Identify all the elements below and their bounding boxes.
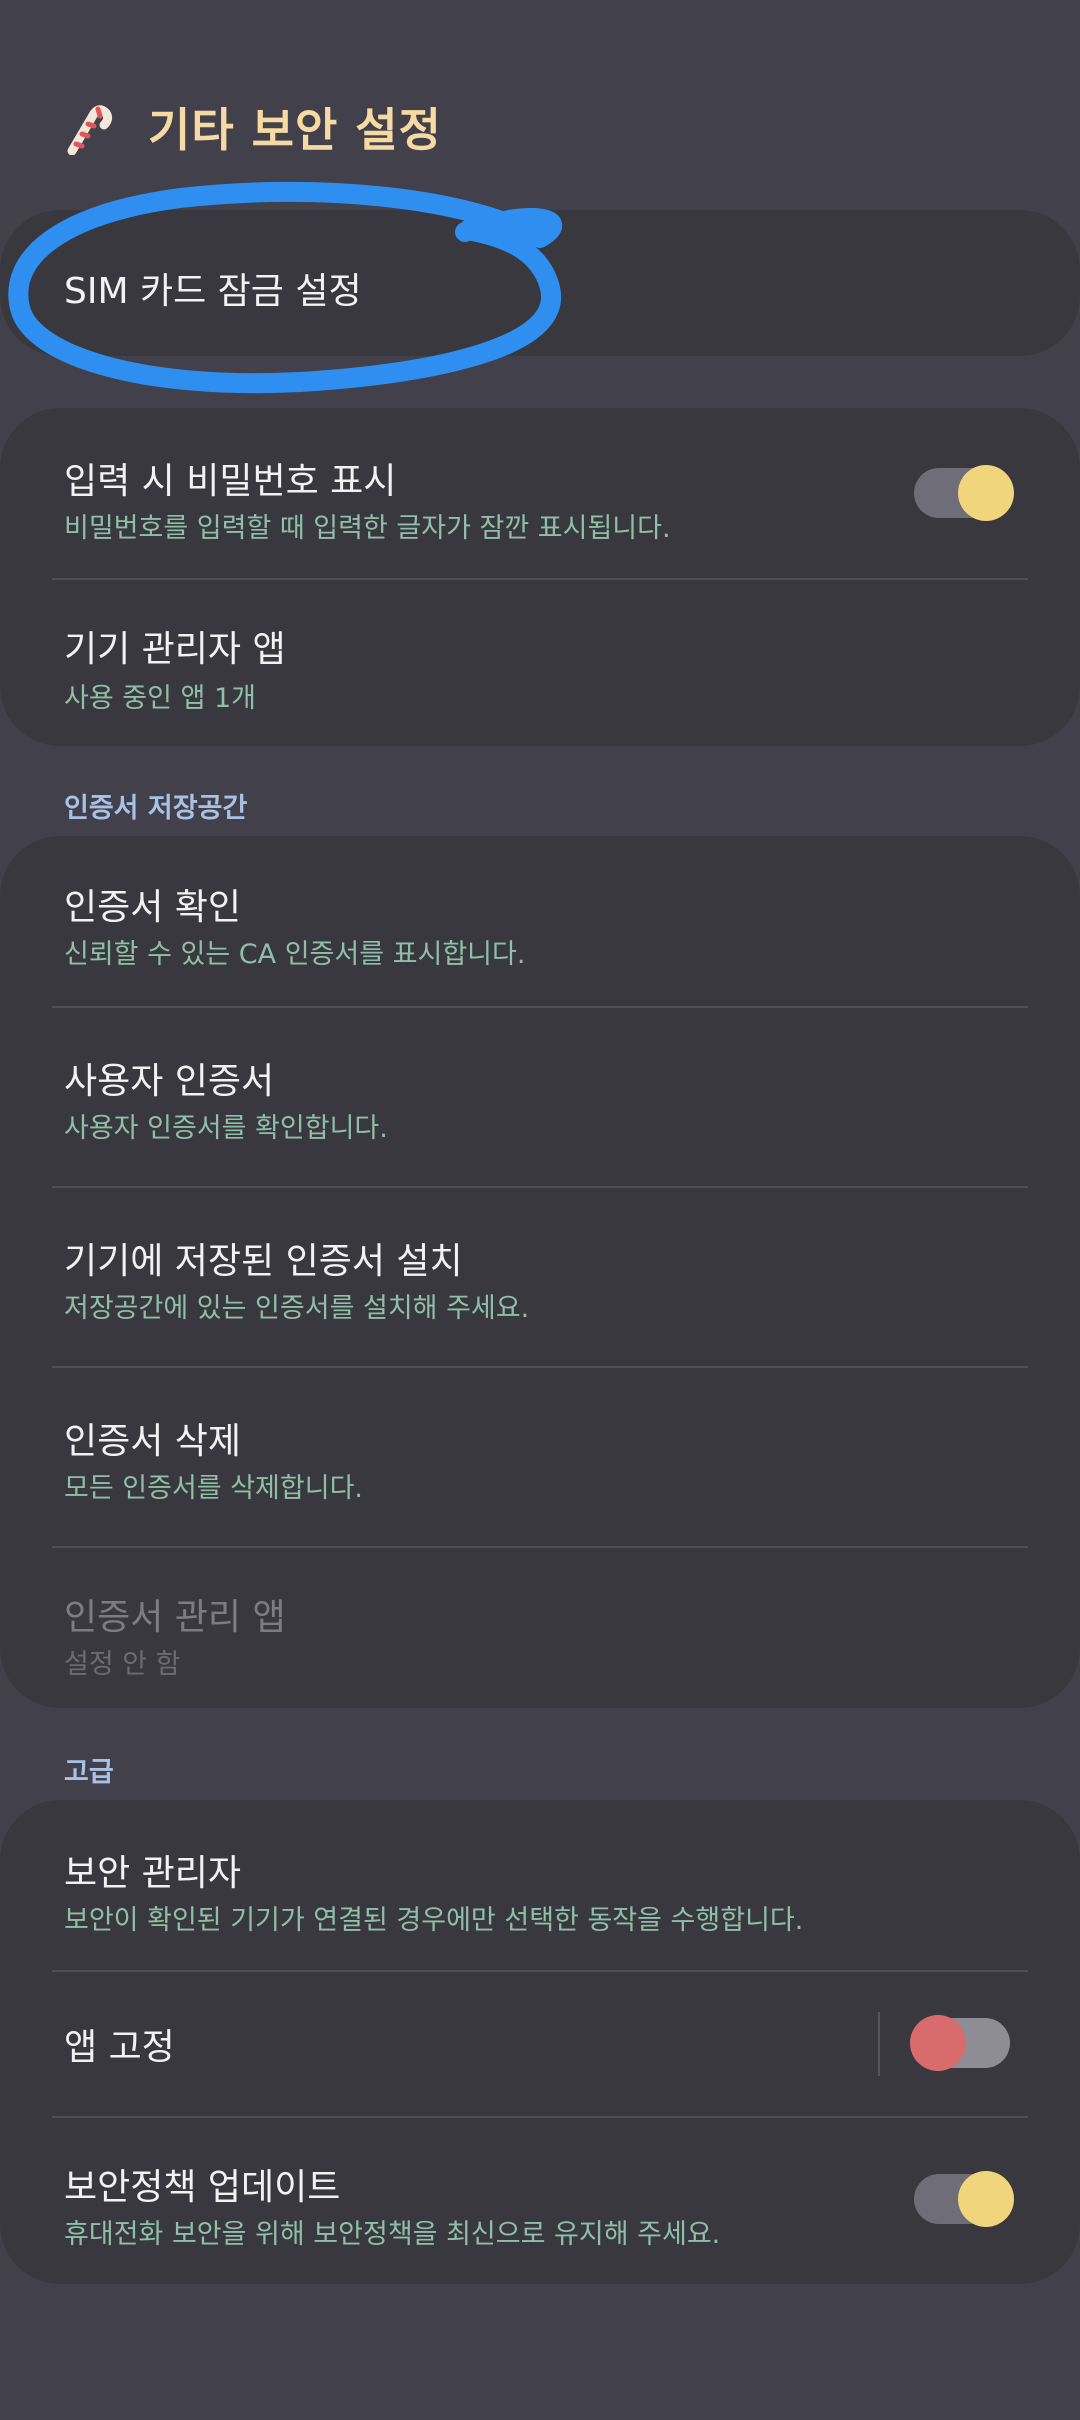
candy-cane-icon	[67, 105, 113, 155]
delete-certificates-title: 인증서 삭제	[64, 1421, 242, 1462]
password-admin-card: 입력 시 비밀번호 표시 비밀번호를 입력할 때 입력한 글자가 잠깐 표시됩니…	[0, 408, 1080, 746]
page-header: 기타 보안 설정	[58, 92, 442, 162]
device-admin-title: 기기 관리자 앱	[64, 629, 286, 670]
security-manager-row[interactable]: 보안 관리자 보안이 확인된 기기가 연결된 경우에만 선택한 동작을 수행합니…	[0, 1800, 1080, 1970]
section-label-advanced: 고급	[64, 1757, 114, 1788]
view-certificates-row[interactable]: 인증서 확인 신뢰할 수 있는 CA 인증서를 표시합니다.	[0, 836, 1080, 1006]
show-password-subtitle: 비밀번호를 입력할 때 입력한 글자가 잠깐 표시됩니다.	[64, 513, 671, 544]
advanced-card: 보안 관리자 보안이 확인된 기기가 연결된 경우에만 선택한 동작을 수행합니…	[0, 1800, 1080, 2284]
page-title: 기타 보안 설정	[148, 103, 442, 157]
delete-certificates-subtitle: 모든 인증서를 삭제합니다.	[64, 1473, 363, 1504]
security-policy-update-subtitle: 휴대전화 보안을 위해 보안정책을 최신으로 유지해 주세요.	[64, 2219, 721, 2250]
app-pinning-row[interactable]: 앱 고정	[0, 1972, 1080, 2116]
security-manager-title: 보안 관리자	[64, 1853, 242, 1894]
security-policy-update-toggle[interactable]	[914, 2171, 1014, 2227]
user-certificates-row[interactable]: 사용자 인증서 사용자 인증서를 확인합니다.	[0, 1008, 1080, 1186]
show-password-toggle[interactable]	[914, 465, 1014, 521]
settings-page: 기타 보안 설정 SIM 카드 잠금 설정 입력 시 비밀번호 표시 비밀번호를…	[0, 0, 1080, 2420]
user-certificates-title: 사용자 인증서	[64, 1061, 275, 1102]
user-certificates-subtitle: 사용자 인증서를 확인합니다.	[64, 1113, 388, 1144]
delete-certificates-row[interactable]: 인증서 삭제 모든 인증서를 삭제합니다.	[0, 1368, 1080, 1546]
show-password-title: 입력 시 비밀번호 표시	[64, 461, 397, 502]
install-certificates-row[interactable]: 기기에 저장된 인증서 설치 저장공간에 있는 인증서를 설치해 주세요.	[0, 1188, 1080, 1366]
certificate-manager-app-row: 인증서 관리 앱 설정 안 함	[0, 1548, 1080, 1708]
toggle-knob	[910, 2015, 966, 2071]
toggle-knob	[958, 2171, 1014, 2227]
toggle-knob	[958, 465, 1014, 521]
view-certificates-subtitle: 신뢰할 수 있는 CA 인증서를 표시합니다.	[64, 939, 526, 970]
certificates-card: 인증서 확인 신뢰할 수 있는 CA 인증서를 표시합니다. 사용자 인증서 사…	[0, 836, 1080, 1708]
security-manager-subtitle: 보안이 확인된 기기가 연결된 경우에만 선택한 동작을 수행합니다.	[64, 1905, 804, 1936]
show-password-row[interactable]: 입력 시 비밀번호 표시 비밀번호를 입력할 때 입력한 글자가 잠깐 표시됩니…	[0, 408, 1080, 578]
security-policy-update-row[interactable]: 보안정책 업데이트 휴대전화 보안을 위해 보안정책을 최신으로 유지해 주세요…	[0, 2118, 1080, 2284]
device-admin-row[interactable]: 기기 관리자 앱 사용 중인 앱 1개	[0, 580, 1080, 746]
sim-lock-card[interactable]: SIM 카드 잠금 설정	[0, 210, 1080, 356]
row-separator	[878, 2012, 880, 2076]
app-pinning-title: 앱 고정	[64, 2027, 175, 2068]
certificate-manager-app-title: 인증서 관리 앱	[64, 1597, 286, 1638]
section-label-certificates: 인증서 저장공간	[64, 793, 248, 824]
device-admin-subtitle: 사용 중인 앱 1개	[64, 683, 256, 714]
install-certificates-subtitle: 저장공간에 있는 인증서를 설치해 주세요.	[64, 1293, 530, 1324]
install-certificates-title: 기기에 저장된 인증서 설치	[64, 1241, 463, 1282]
sim-lock-title: SIM 카드 잠금 설정	[64, 271, 362, 312]
sim-lock-row[interactable]: SIM 카드 잠금 설정	[0, 210, 1080, 356]
app-pinning-toggle[interactable]	[910, 2015, 1010, 2071]
view-certificates-title: 인증서 확인	[64, 887, 242, 928]
security-policy-update-title: 보안정책 업데이트	[64, 2167, 341, 2208]
certificate-manager-app-subtitle: 설정 안 함	[64, 1649, 181, 1680]
